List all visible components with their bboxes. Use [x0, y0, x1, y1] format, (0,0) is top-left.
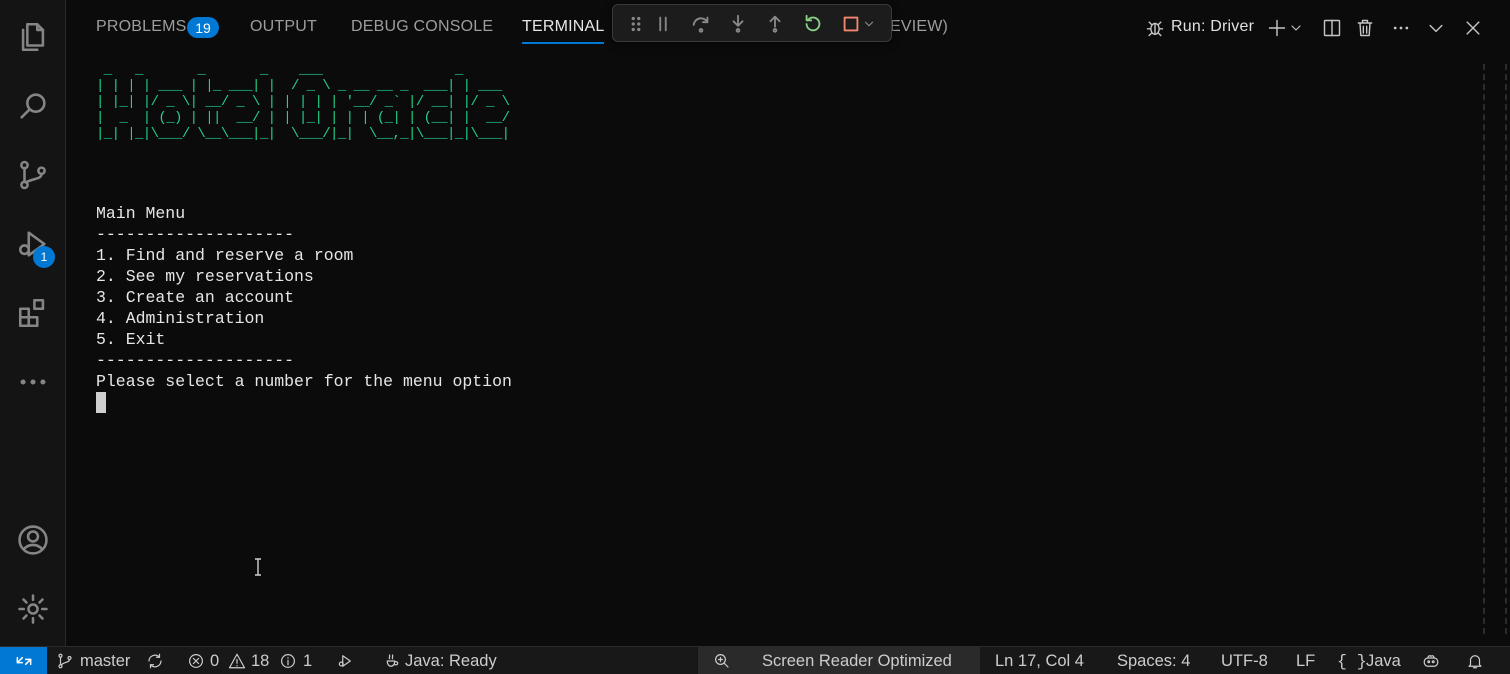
maximize-panel-icon[interactable] [1424, 16, 1448, 40]
tab-problems[interactable]: PROBLEMS [96, 18, 187, 36]
new-terminal-icon[interactable] [1265, 16, 1289, 40]
tab-partial[interactable]: EVIEW) [890, 18, 948, 36]
branch-icon [56, 651, 74, 671]
error-icon[interactable] [187, 651, 205, 671]
chevron-down-icon[interactable] [1288, 16, 1304, 40]
more-actions-icon[interactable] [1389, 16, 1413, 40]
pause-icon[interactable] [650, 11, 676, 37]
trash-icon[interactable] [1353, 16, 1377, 40]
warning-count[interactable]: 18 [251, 651, 269, 671]
branch-name[interactable]: master [80, 651, 130, 671]
explorer-icon[interactable] [14, 18, 52, 56]
debug-run-icon[interactable] [336, 651, 354, 671]
status-bar: master 0 18 1 Java: Ready Screen Reader … [0, 646, 1510, 674]
copilot-icon[interactable] [1422, 651, 1440, 671]
activity-bar: 1 [0, 0, 66, 646]
stop-icon[interactable] [838, 11, 864, 37]
ascii-banner: _ _ _ _ ___ _ | | | | ___ | |_ ___| | / … [96, 62, 510, 142]
account-icon[interactable] [14, 521, 52, 559]
terminal-output[interactable]: _ _ _ _ ___ _ | | | | ___ | |_ ___| | / … [67, 56, 1477, 646]
terminal-scrollbar[interactable] [1477, 56, 1510, 646]
step-over-icon[interactable] [688, 11, 714, 37]
warning-icon[interactable] [228, 651, 246, 671]
menu-divider: -------------------- [96, 225, 295, 244]
menu-option: 5. Exit [96, 330, 166, 349]
indentation[interactable]: Spaces: 4 [1117, 651, 1190, 671]
zoom-icon[interactable] [713, 651, 731, 671]
close-panel-icon[interactable] [1461, 16, 1485, 40]
menu-option: 1. Find and reserve a room [96, 246, 354, 265]
active-tab-indicator [522, 42, 604, 44]
cursor-position[interactable]: Ln 17, Col 4 [995, 651, 1084, 671]
info-count[interactable]: 1 [303, 651, 312, 671]
extensions-icon[interactable] [14, 294, 52, 332]
run-debug-badge: 1 [33, 246, 55, 268]
restart-icon[interactable] [800, 11, 826, 37]
bell-icon[interactable] [1466, 651, 1484, 671]
language-mode[interactable]: Java [1366, 651, 1401, 671]
step-into-icon[interactable] [725, 11, 751, 37]
drag-handle-icon[interactable] [623, 11, 649, 37]
encoding[interactable]: UTF-8 [1221, 651, 1268, 671]
menu-divider: -------------------- [96, 351, 295, 370]
source-control-icon[interactable] [14, 156, 52, 194]
mouse-ibeam-icon [253, 558, 263, 576]
problems-count-badge: 19 [187, 17, 219, 38]
terminal-cursor [96, 392, 106, 413]
error-count[interactable]: 0 [210, 651, 219, 671]
java-status[interactable]: Java: Ready [405, 651, 497, 671]
gear-icon[interactable] [14, 590, 52, 628]
screen-reader-mode[interactable]: Screen Reader Optimized [762, 651, 952, 671]
debug-toolbar [612, 4, 892, 42]
overview-ruler [1483, 64, 1485, 634]
overview-ruler [1505, 64, 1507, 634]
remote-indicator[interactable] [0, 647, 47, 674]
tab-output[interactable]: OUTPUT [250, 18, 317, 36]
menu-prompt: Please select a number for the menu opti… [96, 372, 512, 391]
search-icon[interactable] [14, 87, 52, 125]
chevron-down-icon[interactable] [862, 11, 876, 37]
menu-option: 3. Create an account [96, 288, 295, 307]
tab-debug-console[interactable]: DEBUG CONSOLE [351, 18, 493, 36]
info-icon[interactable] [279, 651, 297, 671]
debug-icon [1143, 16, 1167, 40]
end-of-line[interactable]: LF [1296, 651, 1315, 671]
more-icon[interactable] [14, 363, 52, 401]
remote-icon [16, 656, 31, 666]
java-icon [382, 651, 400, 671]
split-terminal-icon[interactable] [1320, 16, 1344, 40]
run-config-label[interactable]: Run: Driver [1171, 18, 1254, 36]
tab-terminal[interactable]: TERMINAL [522, 18, 605, 36]
sync-icon[interactable] [146, 651, 164, 671]
braces-icon: { } [1337, 651, 1367, 671]
menu-option: 4. Administration [96, 309, 265, 328]
menu-option: 2. See my reservations [96, 267, 314, 286]
step-out-icon[interactable] [762, 11, 788, 37]
menu-title: Main Menu [96, 204, 186, 223]
